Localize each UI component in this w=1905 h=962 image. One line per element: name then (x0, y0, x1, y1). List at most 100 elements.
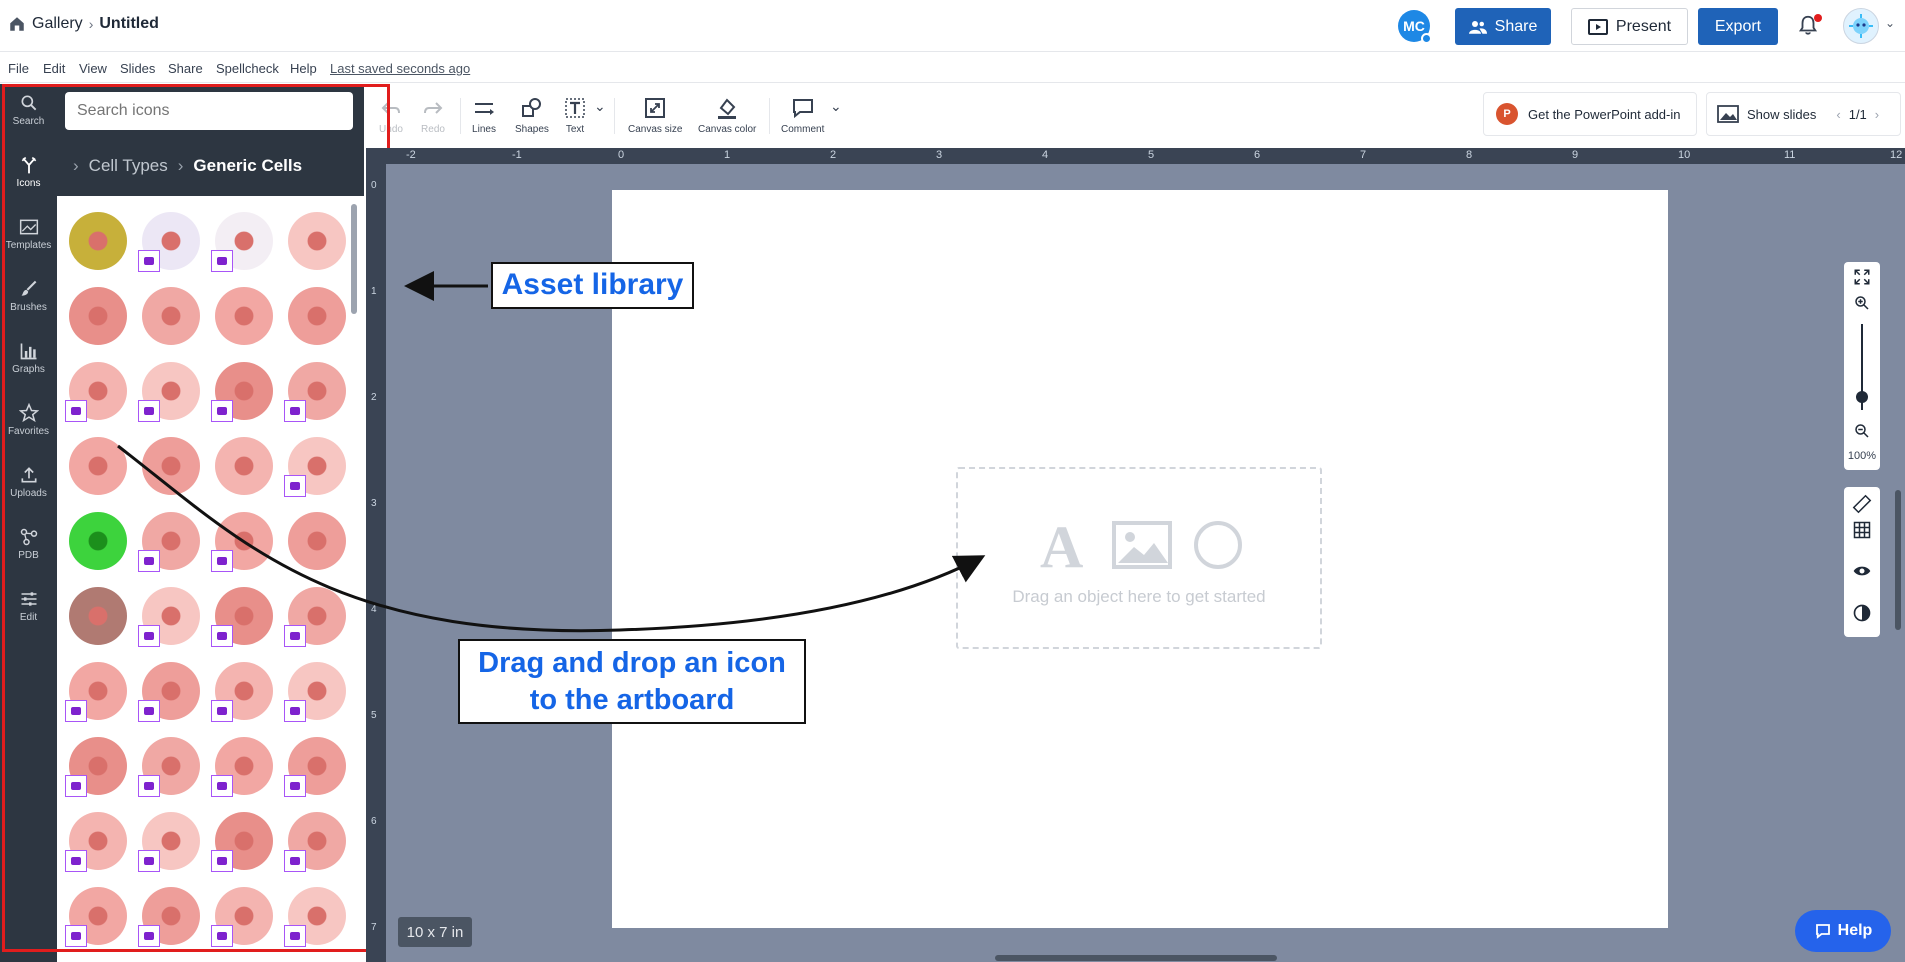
breadcrumb: Gallery › Untitled (8, 15, 159, 33)
ruler-tick-label: 3 (936, 149, 943, 161)
ruler-tick-label: 11 (1784, 149, 1796, 161)
profile-chevron-down-icon[interactable]: ⌄ (1885, 16, 1895, 30)
ruler-tick-label: -2 (406, 149, 416, 161)
menu-slides[interactable]: Slides (120, 61, 155, 76)
last-saved-link[interactable]: Last saved seconds ago (330, 61, 470, 76)
ruler-tick-label: 1 (371, 286, 377, 297)
drop-zone[interactable]: A Drag an object here to get started (956, 467, 1322, 649)
avatar-initials: MC (1403, 18, 1425, 34)
present-button[interactable]: Present (1571, 8, 1688, 45)
powerpoint-addin-button[interactable]: P Get the PowerPoint add-in (1483, 92, 1697, 136)
horizontal-scrollbar[interactable] (995, 955, 1277, 961)
menu-file[interactable]: File (8, 61, 29, 76)
ruler-tick-label: 5 (371, 710, 377, 721)
chevron-right-icon: › (88, 16, 94, 32)
export-button[interactable]: Export (1698, 8, 1778, 45)
ruler-tick-label: 5 (1148, 149, 1155, 161)
horizontal-ruler: -2 -1 0 1 2 3 4 5 6 7 8 9 10 11 12 (386, 148, 1905, 164)
share-label: Share (1494, 17, 1538, 35)
zoom-slider-handle[interactable] (1856, 391, 1868, 403)
ppt-addin-label: Get the PowerPoint add-in (1528, 106, 1681, 122)
text-chevron-down-icon[interactable]: ⌄ (594, 98, 606, 115)
fit-screen-icon[interactable] (1853, 268, 1871, 286)
slide-next-icon[interactable]: › (1875, 107, 1879, 122)
drag-drop-callout-line2: to the artboard (529, 684, 735, 716)
menu-bar: File Edit View Slides Share Spellcheck H… (0, 53, 1905, 83)
chat-bubble-icon (1815, 924, 1830, 939)
show-slides-button[interactable]: Show slides ‹ 1/1 › (1706, 92, 1901, 136)
lines-button[interactable]: Lines (472, 96, 496, 135)
virus-mascot-icon (1849, 14, 1873, 38)
avatar[interactable]: MC (1398, 10, 1432, 44)
export-label: Export (1714, 17, 1762, 35)
shapes-icon (521, 98, 541, 117)
ruler-tick-label: -1 (512, 149, 522, 161)
present-label: Present (1615, 17, 1672, 35)
home-icon[interactable] (8, 15, 26, 33)
ruler-tick-label: 2 (371, 392, 377, 403)
drag-drop-callout: Drag and drop an icon to the artboard (458, 639, 806, 724)
ruler-tick-label: 7 (371, 922, 377, 933)
eye-icon[interactable] (1852, 561, 1872, 581)
zoom-in-icon[interactable] (1853, 294, 1871, 312)
grid-icon[interactable] (1852, 520, 1872, 540)
drop-zone-text: Drag an object here to get started (1012, 587, 1266, 606)
zoom-out-icon[interactable] (1853, 422, 1871, 440)
ruler-tick-label: 9 (1572, 149, 1579, 161)
lines-icon (475, 103, 494, 115)
toolbar: Undo Redo Lines Shapes Text ⌄ Canvas siz… (366, 84, 1905, 148)
notifications-bell-icon[interactable] (1797, 14, 1822, 38)
canvas-size-button[interactable]: Canvas size (628, 96, 682, 135)
present-icon (1587, 18, 1608, 35)
comment-chevron-down-icon[interactable]: ⌄ (830, 98, 842, 115)
comment-icon (792, 99, 813, 119)
zoom-level: 100% (1847, 450, 1877, 462)
toolbar-divider (769, 98, 770, 134)
menu-help[interactable]: Help (290, 61, 317, 76)
top-bar: Gallery › Untitled MC Share Present Expo… (0, 0, 1905, 52)
powerpoint-icon: P (1496, 103, 1518, 125)
zoom-panel: 100% (1844, 262, 1880, 470)
canvas-color-button[interactable]: Canvas color (698, 96, 756, 135)
ruler-tick-label: 10 (1678, 149, 1691, 161)
ruler-tick-label: 6 (1254, 149, 1261, 161)
ruler-tick-label: 2 (830, 149, 837, 161)
text-button[interactable]: Text (563, 96, 587, 135)
view-tools-panel (1844, 487, 1880, 637)
menu-share[interactable]: Share (168, 61, 203, 76)
drag-drop-callout-line1: Drag and drop an icon (478, 647, 786, 679)
ruler-tick-label: 8 (1466, 149, 1473, 161)
document-title[interactable]: Untitled (99, 15, 159, 33)
help-label: Help (1837, 922, 1873, 939)
menu-spellcheck[interactable]: Spellcheck (216, 61, 279, 76)
help-button[interactable]: Help (1795, 910, 1891, 952)
text-icon (565, 98, 585, 118)
contrast-icon[interactable] (1852, 603, 1872, 623)
share-button[interactable]: Share (1455, 8, 1551, 45)
notification-dot (1814, 14, 1822, 22)
redo-button[interactable]: Redo (421, 96, 445, 135)
toolbar-divider (460, 98, 461, 134)
shape-placeholder-icon (1194, 521, 1242, 569)
text-label: Text (565, 124, 585, 135)
vertical-scrollbar[interactable] (1895, 490, 1901, 630)
paint-bucket-icon (718, 98, 737, 119)
canvas-size-badge: 10 x 7 in (398, 917, 472, 947)
ruler-tick-label: 3 (371, 498, 377, 509)
shapes-button[interactable]: Shapes (515, 96, 549, 135)
gallery-link[interactable]: Gallery (32, 15, 83, 33)
canvas-size-label: Canvas size (628, 124, 683, 135)
image-icon (1717, 105, 1739, 123)
lines-label: Lines (472, 124, 496, 135)
slide-prev-icon[interactable]: ‹ (1836, 107, 1840, 122)
asset-library-callout: Asset library (491, 262, 694, 309)
ruler-icon[interactable] (1852, 494, 1872, 514)
show-slides-label: Show slides (1747, 106, 1817, 122)
menu-view[interactable]: View (79, 61, 107, 76)
profile-avatar[interactable] (1843, 8, 1879, 44)
menu-edit[interactable]: Edit (43, 61, 65, 76)
image-placeholder-icon (1112, 521, 1172, 569)
shapes-label: Shapes (515, 124, 549, 135)
asset-library-callout-text: Asset library (501, 268, 684, 301)
comment-button[interactable]: Comment (781, 96, 824, 135)
